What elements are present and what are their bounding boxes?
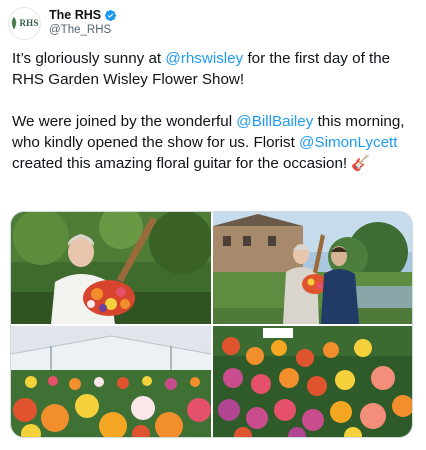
photo-two-men-by-canal[interactable] [213, 212, 412, 324]
mention-link-billbailey[interactable]: @BillBailey [236, 113, 313, 130]
text-segment: created this amazing floral guitar for t… [12, 155, 352, 172]
photo-flower-display[interactable] [213, 326, 412, 437]
tweet-paragraph: We were joined by the wonderful @BillBai… [12, 111, 416, 174]
avatar-logo-text: RHS [19, 18, 39, 28]
text-segment: It’s gloriously sunny at [12, 50, 166, 67]
tweet-header: RHS The RHS @The_RHS [8, 6, 117, 40]
account-handle[interactable]: @The_RHS [49, 23, 117, 38]
mention-link-simonlycett[interactable]: @SimonLycett [299, 134, 397, 151]
tweet-text: It’s gloriously sunny at @rhswisley for … [12, 48, 416, 174]
verified-badge-icon [105, 9, 117, 22]
guitar-emoji: 🎸 [351, 155, 371, 172]
display-name[interactable]: The RHS [49, 8, 101, 23]
photo-man-with-floral-guitar[interactable] [11, 212, 211, 324]
tweet-paragraph: It’s gloriously sunny at @rhswisley for … [12, 48, 416, 90]
media-grid [10, 211, 413, 438]
rhs-leaf-icon [12, 17, 17, 29]
mention-link-rhswisley[interactable]: @rhswisley [165, 50, 243, 67]
text-segment: We were joined by the wonderful [12, 113, 237, 130]
photo-marquee-dahlias[interactable] [11, 326, 211, 437]
avatar[interactable]: RHS [8, 6, 41, 40]
